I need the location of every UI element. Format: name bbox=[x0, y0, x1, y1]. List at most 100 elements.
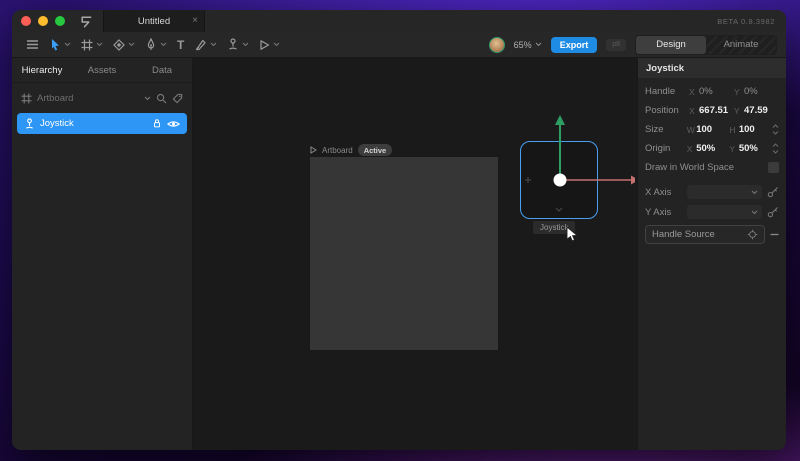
search-icon[interactable] bbox=[156, 93, 167, 104]
target-icon bbox=[747, 229, 758, 240]
origin-x-input[interactable]: 50% bbox=[696, 143, 729, 154]
minimize-window-button[interactable] bbox=[38, 16, 48, 26]
tab-hierarchy[interactable]: Hierarchy bbox=[12, 65, 72, 76]
handle-source-label: Handle Source bbox=[652, 229, 715, 240]
pen-icon bbox=[147, 38, 155, 50]
knife-icon bbox=[196, 39, 206, 51]
y-axis-row: Y Axis bbox=[638, 202, 786, 222]
world-space-label: Draw in World Space bbox=[645, 162, 735, 173]
chevron-down-icon bbox=[273, 42, 280, 47]
artboard-name-label: Artboard bbox=[322, 145, 353, 155]
handle-source-field[interactable]: Handle Source bbox=[645, 225, 765, 244]
axis-key-x: X bbox=[689, 86, 695, 97]
fullscreen-window-button[interactable] bbox=[55, 16, 65, 26]
handle-y-input[interactable]: 0% bbox=[744, 86, 779, 97]
cursor-icon bbox=[52, 39, 59, 51]
hierarchy-root-label: Artboard bbox=[37, 92, 74, 104]
tab-data[interactable]: Data bbox=[132, 65, 192, 76]
y-axis-label: Y Axis bbox=[645, 206, 672, 218]
artboard-surface[interactable] bbox=[310, 157, 498, 350]
joystick-selection-rect[interactable] bbox=[520, 141, 598, 219]
traffic-lights bbox=[12, 16, 65, 26]
stepper-icon[interactable] bbox=[772, 143, 779, 154]
trigger-tool[interactable] bbox=[254, 32, 285, 57]
design-mode-tab[interactable]: Design bbox=[636, 35, 706, 54]
diamond-icon bbox=[113, 38, 125, 51]
hierarchy-root-row[interactable]: Artboard bbox=[12, 86, 192, 110]
axis-key-y: Y bbox=[734, 105, 740, 116]
target-picker-icon[interactable] bbox=[767, 186, 779, 198]
hierarchy-item-joystick[interactable]: Joystick bbox=[17, 113, 187, 134]
app-window: Untitled × BETA 0.8.3982 T 65% Export p8… bbox=[12, 10, 786, 450]
axis-key-x: X bbox=[689, 105, 695, 116]
close-window-button[interactable] bbox=[21, 16, 31, 26]
text-tool[interactable]: T bbox=[172, 32, 189, 57]
y-axis-dropdown[interactable] bbox=[687, 205, 762, 219]
select-tool[interactable] bbox=[44, 32, 76, 57]
axis-key-y: Y bbox=[734, 86, 740, 97]
chevron-down-icon bbox=[160, 42, 167, 47]
x-axis-row: X Axis bbox=[638, 182, 786, 202]
mouse-cursor bbox=[566, 226, 579, 247]
position-row: Position X 667.51 Y 47.59 bbox=[638, 101, 786, 120]
handle-label: Handle bbox=[645, 86, 676, 97]
world-space-row: Draw in World Space bbox=[638, 158, 786, 177]
target-picker-icon[interactable] bbox=[767, 206, 779, 218]
x-axis-label: X Axis bbox=[645, 186, 672, 198]
toolbar: T 65% Export p8 Design Animate bbox=[12, 32, 786, 58]
lock-icon[interactable] bbox=[152, 118, 162, 129]
artboard-tool[interactable] bbox=[76, 32, 108, 57]
axis-key-h: H bbox=[729, 124, 736, 135]
world-space-checkbox[interactable] bbox=[768, 162, 779, 173]
handle-x-input[interactable]: 0% bbox=[699, 86, 734, 97]
stepper-icon[interactable] bbox=[772, 124, 779, 135]
chevron-down-icon bbox=[128, 42, 135, 47]
chevron-down-icon bbox=[210, 42, 217, 47]
origin-row: Origin X 50% Y 50% bbox=[638, 139, 786, 158]
mode-switcher: Design Animate bbox=[635, 34, 777, 55]
text-tool-icon: T bbox=[177, 37, 185, 52]
tab-close-icon[interactable]: × bbox=[192, 16, 198, 26]
size-row: Size W 100 H 100 bbox=[638, 120, 786, 139]
tab-assets[interactable]: Assets bbox=[72, 65, 132, 76]
menu-button[interactable] bbox=[21, 32, 44, 57]
sidebar-tabs: Hierarchy Assets Data bbox=[12, 58, 192, 83]
aux-toolbar-button[interactable]: p8 bbox=[606, 38, 626, 51]
rive-logo-icon bbox=[78, 14, 93, 29]
knife-tool[interactable] bbox=[189, 32, 222, 57]
tag-icon[interactable] bbox=[172, 93, 183, 104]
document-tab[interactable]: Untitled × bbox=[103, 10, 205, 32]
animate-mode-tab[interactable]: Animate bbox=[706, 35, 776, 54]
hierarchy-item-label: Joystick bbox=[40, 118, 74, 129]
play-outline-icon bbox=[260, 39, 270, 50]
frame-icon bbox=[81, 39, 93, 50]
pen-tool[interactable] bbox=[140, 32, 172, 57]
x-axis-dropdown[interactable] bbox=[687, 185, 762, 199]
position-label: Position bbox=[645, 105, 679, 116]
export-button[interactable]: Export bbox=[550, 36, 598, 53]
axis-key-y: Y bbox=[729, 143, 736, 154]
joystick-tool[interactable] bbox=[222, 32, 254, 57]
chevron-down-icon bbox=[242, 42, 249, 47]
hamburger-icon bbox=[27, 40, 38, 49]
chevron-down-icon bbox=[64, 42, 71, 47]
remove-icon[interactable] bbox=[770, 233, 779, 236]
chevron-down-icon bbox=[96, 42, 103, 47]
chevron-down-icon[interactable] bbox=[144, 96, 151, 101]
position-y-input[interactable]: 47.59 bbox=[744, 105, 779, 116]
active-badge: Active bbox=[357, 144, 393, 156]
size-label: Size bbox=[645, 124, 664, 135]
user-avatar[interactable] bbox=[488, 36, 505, 53]
size-h-input[interactable]: 100 bbox=[739, 124, 772, 135]
artboard-header[interactable]: Artboard Active bbox=[310, 144, 393, 156]
eye-icon[interactable] bbox=[167, 119, 180, 129]
zoom-control[interactable]: 65% bbox=[514, 40, 542, 50]
canvas[interactable]: Artboard Active Joystick bbox=[193, 58, 637, 450]
size-w-input[interactable]: 100 bbox=[696, 124, 729, 135]
chevron-down-icon bbox=[751, 190, 758, 194]
handle-row: Handle X 0% Y 0% bbox=[638, 82, 786, 101]
origin-y-input[interactable]: 50% bbox=[739, 143, 772, 154]
position-x-input[interactable]: 667.51 bbox=[699, 105, 734, 116]
shapes-tool[interactable] bbox=[108, 32, 140, 57]
titlebar: Untitled × BETA 0.8.3982 bbox=[12, 10, 786, 32]
